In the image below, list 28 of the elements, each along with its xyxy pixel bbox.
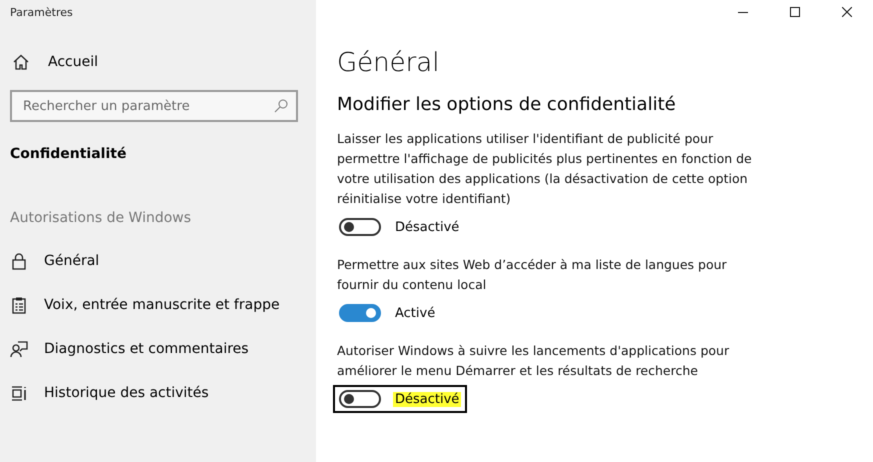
section-title: Modifier les options de confidentialité: [337, 94, 677, 115]
page-title: Général: [337, 48, 440, 78]
person-feedback-icon: [10, 340, 28, 358]
sidebar-item[interactable]: Historique des activités: [10, 384, 316, 402]
toggle-state-label: Désactivé: [394, 220, 460, 234]
toggle-switch[interactable]: [339, 218, 381, 236]
setting-description: Autoriser Windows à suivre les lancements d'applications pour améliorer le menu Démarrer et les résultats de recherche: [337, 342, 730, 380]
group-heading: Autorisations de Windows: [10, 210, 192, 226]
setting-description: Laisser les applications utiliser l'identifiant de publicité pour permettre l'affichage de publicités plus pertinentes en fonction de votre utilisation des applications (la désactivation de cette option réinitialise votre identifiant): [337, 130, 753, 208]
section-heading: Confidentialité: [10, 146, 128, 162]
timeline-icon: [10, 384, 28, 402]
close-icon: [842, 7, 852, 17]
sidebar-item[interactable]: Général: [10, 252, 316, 270]
search-field[interactable]: Rechercher un paramètre: [10, 90, 298, 122]
toggle-state-label: Activé: [394, 306, 436, 320]
clipboard-icon: [10, 296, 28, 314]
toggle-state-label: Désactivé: [393, 392, 462, 406]
lock-icon: [10, 252, 28, 270]
search-icon: [273, 98, 289, 114]
window-title: Paramètres: [10, 6, 74, 19]
setting-description: Permettre aux sites Web d’accéder à ma liste de langues pour fournir du contenu local: [337, 256, 728, 294]
home-link[interactable]: Accueil: [10, 53, 316, 71]
sidebar-item[interactable]: Voix, entrée manuscrite et frappe: [10, 296, 316, 314]
toggle-switch[interactable]: [339, 390, 381, 408]
home-icon: [12, 53, 30, 71]
sidebar-item[interactable]: Diagnostics et commentaires: [10, 340, 316, 358]
toggle-switch[interactable]: [339, 304, 381, 322]
maximize-icon: [790, 7, 800, 17]
